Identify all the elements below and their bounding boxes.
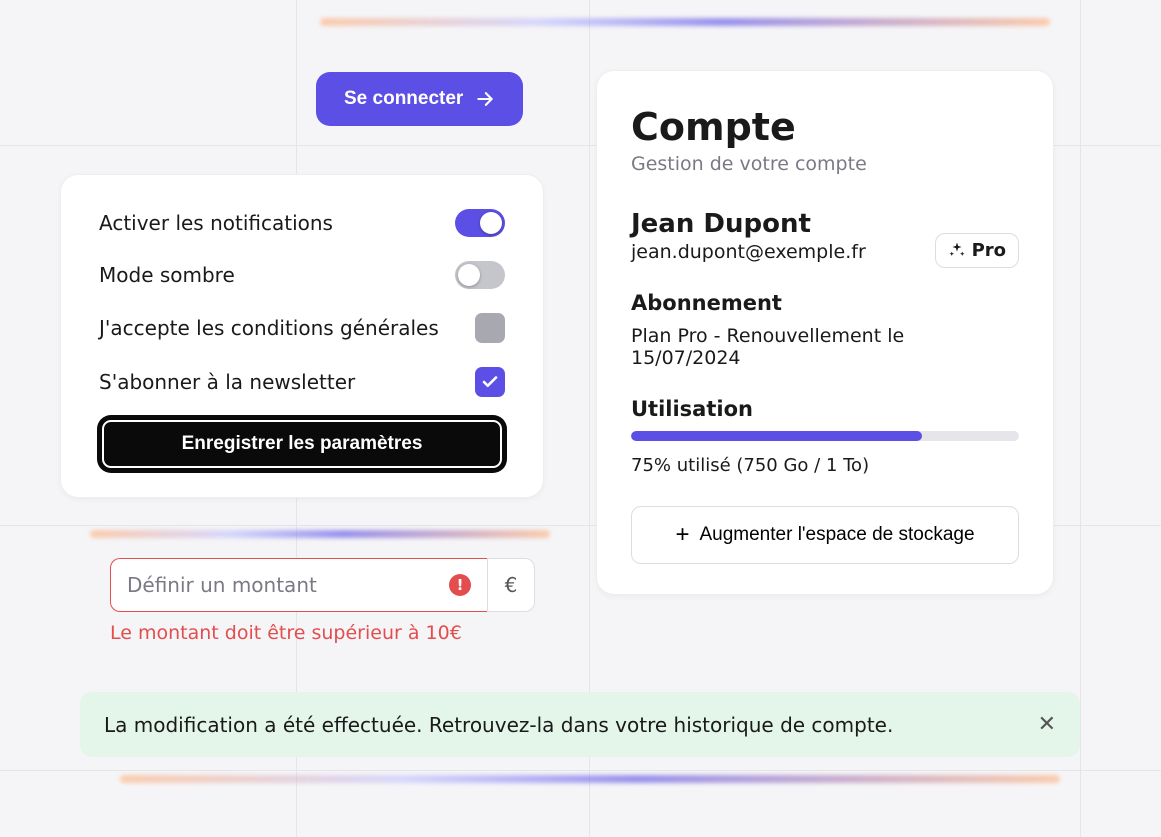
usage-text: 75% utilisé (750 Go / 1 To) (631, 455, 1019, 476)
amount-error-message: Le montant doit être supérieur à 10€ (110, 622, 535, 644)
amount-placeholder: Définir un montant (127, 573, 317, 597)
save-settings-button[interactable]: Enregistrer les paramètres (99, 417, 505, 471)
arrow-right-icon (475, 89, 495, 109)
toast-text: La modification a été effectuée. Retrouv… (104, 713, 893, 737)
connect-button[interactable]: Se connecter (316, 72, 523, 126)
settings-card: Activer les notifications Mode sombre J'… (60, 174, 544, 498)
close-icon[interactable]: ✕ (1038, 712, 1056, 737)
amount-field-group: Définir un montant ! € Le montant doit ê… (110, 558, 535, 644)
amount-input[interactable]: Définir un montant ! (110, 558, 487, 612)
plus-icon: + (675, 521, 689, 549)
notifications-toggle[interactable] (455, 209, 505, 237)
subscription-text: Plan Pro - Renouvellement le 15/07/2024 (631, 325, 1019, 369)
subscription-heading: Abonnement (631, 291, 1019, 315)
dark-mode-toggle[interactable] (455, 261, 505, 289)
account-subtitle: Gestion de votre compte (631, 153, 1019, 175)
error-icon: ! (449, 574, 471, 596)
notifications-label: Activer les notifications (99, 211, 333, 235)
account-email: jean.dupont@exemple.fr (631, 241, 866, 263)
account-name: Jean Dupont (631, 209, 866, 239)
plan-badge-label: Pro (972, 240, 1006, 261)
dark-mode-label: Mode sombre (99, 263, 235, 287)
plan-badge: Pro (935, 233, 1019, 268)
upgrade-label: Augmenter l'espace de stockage (699, 524, 974, 546)
usage-progress (631, 431, 1019, 441)
upgrade-storage-button[interactable]: + Augmenter l'espace de stockage (631, 506, 1019, 564)
newsletter-label: S'abonner à la newsletter (99, 370, 355, 394)
terms-checkbox[interactable] (475, 313, 505, 343)
currency-suffix: € (487, 558, 535, 612)
usage-heading: Utilisation (631, 397, 1019, 421)
account-title: Compte (631, 105, 1019, 149)
connect-label: Se connecter (344, 88, 463, 110)
newsletter-checkbox[interactable] (475, 367, 505, 397)
check-icon (481, 373, 499, 391)
terms-label: J'accepte les conditions générales (99, 316, 439, 340)
success-toast: La modification a été effectuée. Retrouv… (80, 692, 1080, 757)
sparkles-icon (948, 241, 966, 259)
account-card: Compte Gestion de votre compte Jean Dupo… (596, 70, 1054, 595)
